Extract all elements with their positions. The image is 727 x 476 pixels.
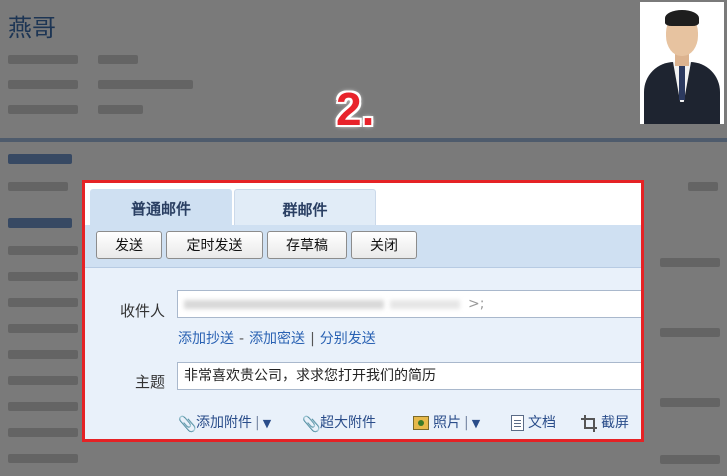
mail-type-tabs: 普通邮件 群邮件 — [85, 183, 641, 225]
blurred-address — [184, 300, 384, 309]
tab-group-mail[interactable]: 群邮件 — [234, 189, 376, 225]
screenshot-button[interactable]: 截屏 — [581, 412, 629, 432]
divider: | — [255, 415, 260, 431]
large-attachment-button[interactable]: 📎超大附件 — [302, 412, 376, 433]
add-attachment-button[interactable]: 📎添加附件 | ▼ — [178, 412, 271, 433]
compose-form: 收件人 >; 添加抄送 - 添加密送 | 分别发送 主题 非常喜欢贵公司，求求您打开我们… — [85, 268, 641, 439]
paperclip-icon: 📎 — [178, 415, 197, 433]
document-button[interactable]: 文档 — [511, 412, 556, 432]
crop-icon — [581, 415, 597, 431]
recipient-value-tail: >; — [468, 296, 485, 312]
subject-label: 主题 — [134, 373, 165, 391]
compose-mail-panel: 普通邮件 群邮件 发送 定时发送 存草稿 关闭 收件人 >; 添加抄送 - 添加密送… — [82, 180, 644, 442]
document-icon — [511, 415, 524, 431]
recipient-label: 收件人 — [119, 302, 165, 320]
recipient-input[interactable]: >; — [177, 290, 641, 318]
add-cc-link[interactable]: 添加抄送 — [178, 331, 234, 347]
screenshot-label: 截屏 — [601, 415, 629, 431]
link-separator: - — [239, 331, 245, 347]
close-button[interactable]: 关闭 — [351, 231, 417, 259]
photo-icon — [413, 416, 429, 430]
chevron-down-icon[interactable]: ▼ — [472, 417, 480, 430]
step-number-annotation: 2. — [336, 83, 375, 135]
document-label: 文档 — [528, 415, 556, 431]
separate-send-link[interactable]: 分别发送 — [320, 331, 376, 347]
tab-normal-mail[interactable]: 普通邮件 — [90, 189, 232, 225]
send-button[interactable]: 发送 — [96, 231, 162, 259]
cc-links: 添加抄送 - 添加密送 | 分别发送 — [178, 328, 376, 348]
add-bcc-link[interactable]: 添加密送 — [249, 331, 305, 347]
divider: | — [464, 415, 469, 431]
link-separator: | — [310, 331, 315, 347]
compose-toolbar: 发送 定时发送 存草稿 关闭 — [85, 225, 641, 268]
chevron-down-icon[interactable]: ▼ — [263, 417, 271, 430]
photo-button[interactable]: 照片 | ▼ — [413, 412, 480, 432]
blurred-address — [390, 300, 460, 309]
paperclip-icon: 📎 — [302, 415, 321, 433]
subject-input[interactable]: 非常喜欢贵公司，求求您打开我们的简历 — [177, 362, 641, 390]
profile-photo — [640, 2, 724, 124]
save-draft-button[interactable]: 存草稿 — [267, 231, 347, 259]
photo-label: 照片 — [433, 415, 461, 431]
add-attachment-label: 添加附件 — [196, 415, 252, 431]
large-attachment-label: 超大附件 — [320, 415, 376, 431]
timed-send-button[interactable]: 定时发送 — [166, 231, 263, 259]
